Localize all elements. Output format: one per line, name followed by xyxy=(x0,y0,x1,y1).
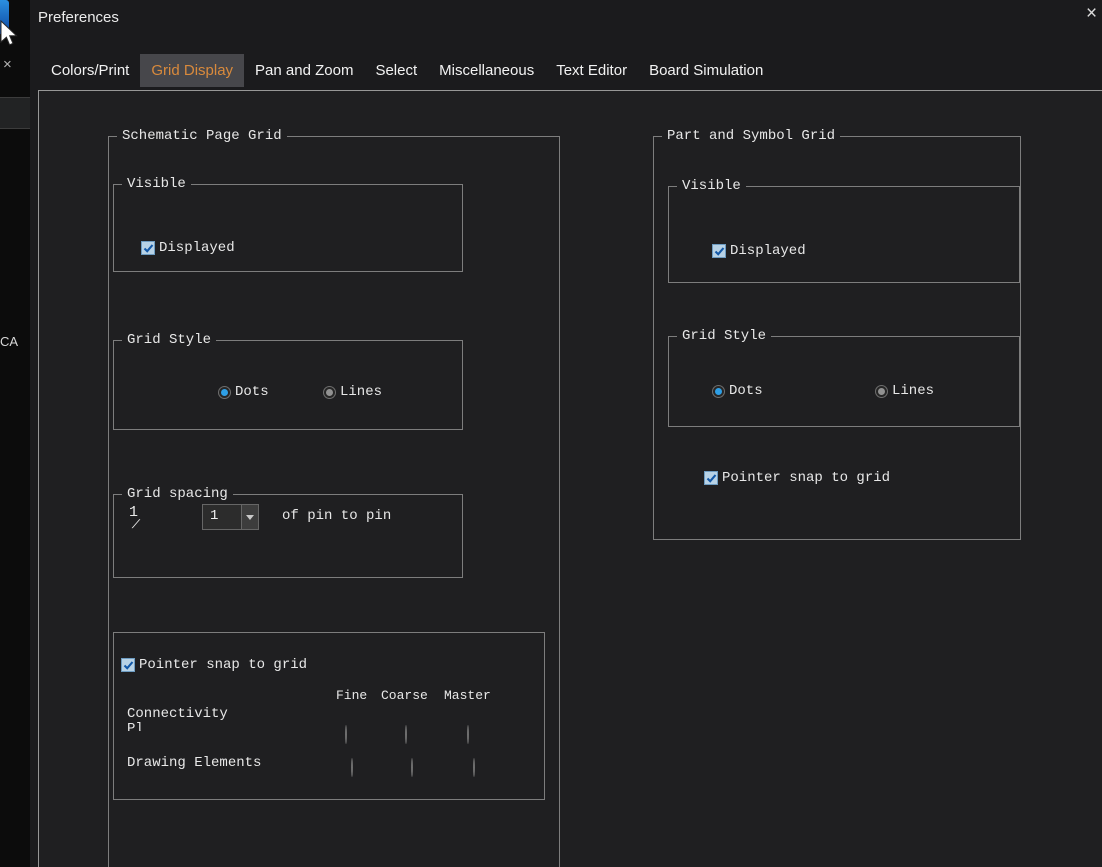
drawing-elements-row-label: Drawing Elements xyxy=(127,755,262,771)
lines-radio-right[interactable]: Lines xyxy=(875,383,934,399)
connectivity-fine-radio[interactable] xyxy=(345,725,347,744)
group-title: Visible xyxy=(677,178,746,194)
chevron-down-icon xyxy=(246,514,254,520)
grid-spacing-group: Grid spacing xyxy=(113,486,463,578)
partial-label: CA xyxy=(0,334,19,349)
dots-radio[interactable]: Dots xyxy=(218,384,269,400)
group-title: Schematic Page Grid xyxy=(117,128,287,144)
visible-group: Visible xyxy=(113,176,463,272)
coarse-column-header: Coarse xyxy=(381,688,428,703)
pointer-snap-label[interactable]: Pointer snap to grid xyxy=(139,657,307,673)
tab-colors-print[interactable]: Colors/Print xyxy=(40,54,140,87)
pointer-snap-label[interactable]: Pointer snap to grid xyxy=(722,470,890,486)
visible-group-right: Visible xyxy=(668,178,1020,283)
grid-spacing-select[interactable]: 1 xyxy=(202,504,259,530)
connectivity-coarse-radio[interactable] xyxy=(405,725,407,744)
background-app-strip: × CA xyxy=(0,0,30,867)
pointer-snap-checkbox-right[interactable]: Pointer snap to grid xyxy=(704,470,890,486)
checkbox-check-icon[interactable] xyxy=(704,471,718,485)
drawing-master-radio[interactable] xyxy=(473,758,475,777)
tab-grid-display[interactable]: Grid Display xyxy=(140,54,245,87)
grid-spacing-value: 1 xyxy=(210,508,219,524)
connectivity-row-label: Connectivity xyxy=(127,706,228,722)
grid-style-group: Grid Style xyxy=(113,332,463,430)
grid-style-group-right: Grid Style xyxy=(668,328,1020,427)
radio-icon[interactable] xyxy=(218,385,231,399)
screen: × CA Preferences × Colors/Print Grid Dis… xyxy=(0,0,1102,867)
group-title: Visible xyxy=(122,176,191,192)
connectivity-row-label-clipped: Pl xyxy=(127,722,144,731)
drawing-coarse-radio[interactable] xyxy=(411,758,413,777)
displayed-checkbox[interactable]: Displayed xyxy=(141,240,235,256)
dots-label[interactable]: Dots xyxy=(729,383,763,399)
close-icon[interactable]: × xyxy=(1086,4,1097,23)
displayed-label[interactable]: Displayed xyxy=(159,240,235,256)
pointer-snap-checkbox[interactable]: Pointer snap to grid xyxy=(121,657,307,673)
lines-label[interactable]: Lines xyxy=(340,384,382,400)
mouse-cursor xyxy=(0,20,18,46)
radio-icon[interactable] xyxy=(712,384,725,398)
dots-label[interactable]: Dots xyxy=(235,384,269,400)
tab-board-simulation[interactable]: Board Simulation xyxy=(638,54,774,87)
connectivity-master-radio[interactable] xyxy=(467,725,469,744)
drawing-fine-radio[interactable] xyxy=(351,758,353,777)
group-title: Grid Style xyxy=(677,328,772,344)
tab-miscellaneous[interactable]: Miscellaneous xyxy=(428,54,545,87)
lines-label[interactable]: Lines xyxy=(892,383,934,399)
lines-radio[interactable]: Lines xyxy=(323,384,382,400)
dialog-title: Preferences xyxy=(38,9,119,26)
toolbar-fragment xyxy=(0,97,30,129)
group-title: Grid Style xyxy=(122,332,217,348)
checkbox-check-icon[interactable] xyxy=(712,244,726,258)
master-column-header: Master xyxy=(444,688,491,703)
group-title: Part and Symbol Grid xyxy=(662,128,841,144)
tab-select[interactable]: Select xyxy=(364,54,428,87)
tab-bar: Colors/Print Grid Display Pan and Zoom S… xyxy=(40,54,774,87)
displayed-checkbox-right[interactable]: Displayed xyxy=(712,243,806,259)
spacing-suffix-label: of pin to pin xyxy=(282,508,392,524)
dropdown-button[interactable] xyxy=(241,505,258,529)
fine-column-header: Fine xyxy=(336,688,368,703)
fraction-label: 1 / xyxy=(129,505,141,532)
tab-text-editor[interactable]: Text Editor xyxy=(545,54,638,87)
dots-radio-right[interactable]: Dots xyxy=(712,383,763,399)
checkbox-check-icon[interactable] xyxy=(121,658,135,672)
radio-icon[interactable] xyxy=(875,384,888,398)
checkbox-check-icon[interactable] xyxy=(141,241,155,255)
group-title: Grid spacing xyxy=(122,486,233,502)
panel-close-button[interactable]: × xyxy=(3,56,12,73)
displayed-label[interactable]: Displayed xyxy=(730,243,806,259)
radio-icon[interactable] xyxy=(323,385,336,399)
tab-pan-and-zoom[interactable]: Pan and Zoom xyxy=(244,54,364,87)
